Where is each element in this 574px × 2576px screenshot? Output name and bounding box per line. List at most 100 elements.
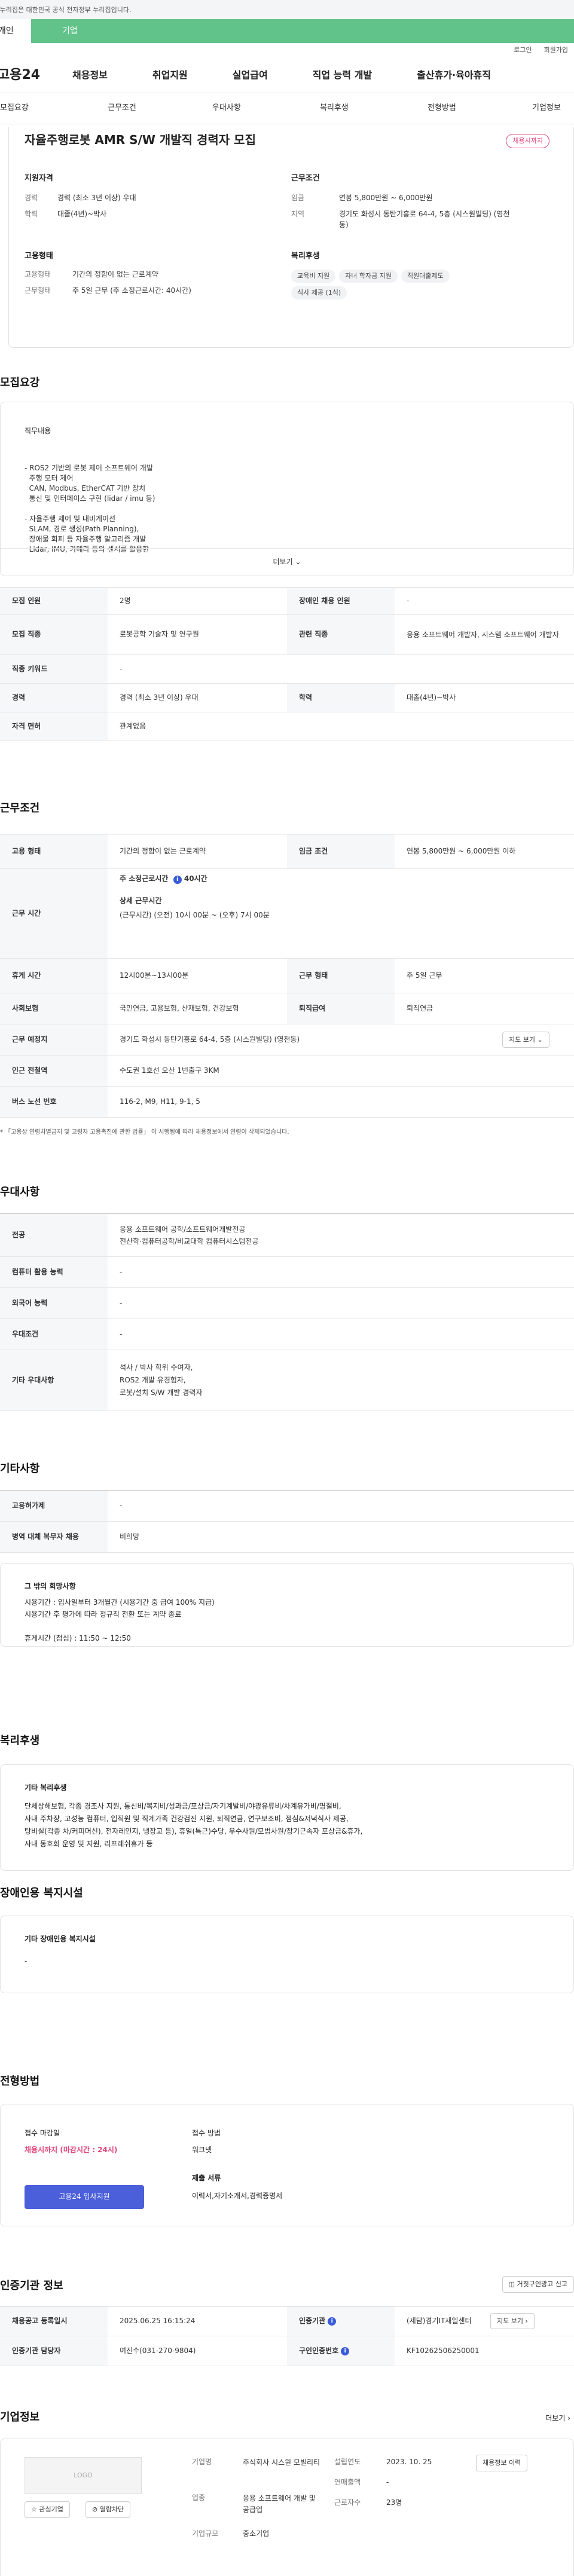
computer-value: -: [120, 1267, 123, 1276]
retirement-value: 퇴직연금: [407, 1004, 433, 1012]
disabled-count-value: -: [407, 596, 410, 605]
hiring-history-button[interactable]: 채용정보 이력: [476, 2455, 528, 2471]
chevron-down-icon: ⌄: [295, 557, 301, 566]
report-button[interactable]: ◫ 거짓구인광고 신고: [502, 2276, 574, 2293]
signup-link[interactable]: 회원가입: [544, 45, 568, 55]
nav-item-training[interactable]: 직업 능력 개발: [313, 68, 372, 82]
work-form-label: 근무 형태: [287, 959, 395, 993]
disabled-count-label: 장애인 채용 인원: [287, 588, 395, 614]
job-type-label: 모집 직종: [0, 615, 108, 654]
tab-process[interactable]: 전형방법: [428, 103, 532, 114]
weekly-hours-label: 주 소정근로시간: [120, 874, 169, 883]
prefer-cond-value: -: [120, 1329, 123, 1338]
welfare-line: 탕비실(각종 차/커피머신), 전자레인지, 냉장고 등), 휴일(특근)수당,…: [25, 1827, 363, 1836]
tab-conditions[interactable]: 근무조건: [108, 103, 212, 114]
subway-label: 인근 전철역: [0, 1056, 108, 1086]
reg-date-value: 2025.06.25 16:15:24: [120, 2316, 196, 2325]
cert-number-label-text: 구인인증번호: [299, 2346, 339, 2355]
block-button[interactable]: ⊘ 열람차단: [86, 2501, 131, 2518]
language-label: 외국어 능력: [0, 1288, 108, 1318]
etc-prefer-line: ROS2 개발 유경험자,: [120, 1376, 186, 1384]
duty-line: [25, 504, 155, 514]
block-label: 열람차단: [99, 2505, 124, 2513]
process-card: 접수 마감일 채용시까지 (마감시간 : 24시) 고용24 입사지원 접수 방…: [0, 2104, 574, 2226]
nav-item-unemployment[interactable]: 실업급여: [233, 68, 268, 82]
employees-label: 근로자수: [334, 2498, 361, 2507]
career-value: 경력 (최소 3년 이상) 우대: [57, 193, 136, 202]
tab-company[interactable]: 기업정보: [532, 103, 561, 114]
edu-row-value: 대졸(4년)~박사: [407, 693, 456, 702]
report-button-label: 거짓구인광고 신고: [517, 2280, 567, 2288]
major-line: 응용 소프트웨어 공학/소프트웨어개발전공: [120, 1225, 246, 1234]
method-label: 접수 방법: [192, 2129, 221, 2137]
tab-welfare[interactable]: 복리후생: [320, 103, 428, 114]
nav-item-jobs[interactable]: 채용정보: [72, 68, 108, 82]
cert-map-label: 지도 보기: [497, 2317, 523, 2325]
cert-section-title: 인증기관 정보: [0, 2280, 63, 2292]
favorite-label: 관심기업: [39, 2505, 63, 2513]
military-value: 비희망: [120, 1532, 140, 1541]
method-value: 워크넷: [192, 2146, 212, 2154]
welfare-pill: 직원대출제도: [401, 269, 450, 283]
util-bar: 로그인 회원가입: [0, 43, 574, 57]
work-time-cell: 주 소정근로시간 i 40시간 상세 근무시간 (근무시간) (오전) 10시 …: [108, 869, 282, 958]
duty-line: 통신 및 인터페이스 구현 (lidar / imu 등): [25, 494, 155, 503]
company-more-link[interactable]: 더보기 ›: [545, 2413, 570, 2424]
company-logo: LOGO: [25, 2457, 142, 2494]
emp-type-label: 고용형태: [25, 270, 51, 279]
disabled-card-value: -: [25, 1957, 28, 1966]
etc-wish-line: 시용기간 : 입사일부터 3개월간 (시용기간 중 급여 100% 지급): [25, 1598, 215, 1607]
tab-recruit[interactable]: 모집요강: [0, 103, 108, 114]
nav-item-leave[interactable]: 출산휴가·육아휴직: [417, 68, 491, 82]
apply-button-label: 고용24 입사지원: [59, 2192, 110, 2201]
etc-wish-line: [25, 1620, 549, 1632]
education-label: 학력: [25, 210, 38, 219]
welfare-section-title: 복리후생: [0, 1734, 40, 1747]
permit-value: -: [120, 1501, 123, 1510]
retirement-label: 퇴직급여: [287, 993, 395, 1024]
cert-map-button[interactable]: 지도 보기 ›: [490, 2312, 535, 2330]
favorite-button[interactable]: ☆ 관심기업: [25, 2501, 70, 2518]
etc-prefer-value: 석사 / 박사 학위 수여자, ROS2 개발 유경험자, 로봇/설치 S/W 개발…: [108, 1350, 214, 1411]
cert-number-value: KF10262506250001: [407, 2346, 480, 2355]
duty-more-button[interactable]: 더보기 ⌄: [273, 557, 301, 567]
cert-table: 채용공고 등록일시 2025.06.25 16:15:24 인증기관 i (세담)경기I…: [0, 2306, 574, 2366]
company-size-value: 중소기업: [243, 2529, 270, 2538]
tab-prefer[interactable]: 우대사항: [212, 103, 320, 114]
detail-time-value: (근무시간) (오전) 10시 00분 ~ (오후) 7시 00분: [120, 910, 270, 919]
education-value: 대졸(4년)~박사: [57, 210, 107, 219]
duty-line: CAN, Modbus, EtherCAT 기반 장치: [25, 484, 146, 492]
apply-button[interactable]: 고용24 입사지원: [25, 2185, 144, 2209]
career-row-label: 경력: [0, 684, 108, 712]
category-personal[interactable]: 개인: [0, 19, 31, 43]
info-icon[interactable]: i: [328, 2317, 337, 2326]
map-button[interactable]: 지도 보기 ⌄: [502, 1031, 549, 1048]
nav-item-support[interactable]: 취업지원: [152, 68, 188, 82]
duty-card: 직무내용 - ROS2 기반의 로봇 제어 소프트웨어 개발 주행 모터 제어 …: [0, 402, 574, 576]
main-nav: 고용24 채용정보 취업지원 실업급여 직업 능력 개발 출산휴가·육아휴직: [0, 57, 574, 93]
process-section-title: 전형방법: [0, 2075, 40, 2088]
established-value: 2023. 10. 25: [386, 2458, 432, 2466]
site-logo[interactable]: 고용24: [0, 66, 72, 85]
company-card: LOGO ☆ 관심기업 ⊘ 열람차단 기업명 주식회사 시스원 모빌리티 업종 …: [0, 2439, 574, 2576]
info-icon[interactable]: i: [173, 876, 182, 884]
etc-prefer-label: 기타 우대사항: [0, 1350, 108, 1411]
recruit-section-title: 모집요강: [0, 377, 40, 389]
category-business-label: 기업: [62, 26, 78, 36]
hiring-history-label: 채용정보 이력: [483, 2459, 521, 2467]
gov-notice-bar: 이 누리집은 대한민국 공식 전자정부 누리집입니다.: [0, 0, 574, 19]
cert-org-label-text: 인증기관: [299, 2316, 326, 2325]
login-link[interactable]: 로그인: [514, 45, 532, 55]
recruit-count-value: 2명: [120, 596, 131, 605]
related-job-value: 응용 소프트웨어 개발자, 시스템 소프트웨어 개발자: [407, 631, 559, 639]
recruit-count-label: 모집 인원: [0, 588, 108, 614]
conditions-block: 근무조건 임금 연봉 5,800만원 ~ 6,000만원 지역 경기도 화성시 동탄…: [291, 173, 554, 230]
category-business[interactable]: 기업: [31, 19, 574, 43]
disabled-section-title: 장애인용 복지시설: [0, 1887, 83, 1899]
wage-cond-label: 임금 조건: [287, 834, 395, 868]
duty-line: - ROS2 기반의 로봇 제어 소프트웨어 개발: [25, 464, 153, 472]
megaphone-icon: ◫: [508, 2280, 515, 2288]
emp-type-value: 기간의 정함이 없는 근로계약: [72, 270, 158, 279]
welfare-pill: 교육비 지원: [291, 269, 336, 283]
info-icon[interactable]: i: [341, 2346, 350, 2355]
